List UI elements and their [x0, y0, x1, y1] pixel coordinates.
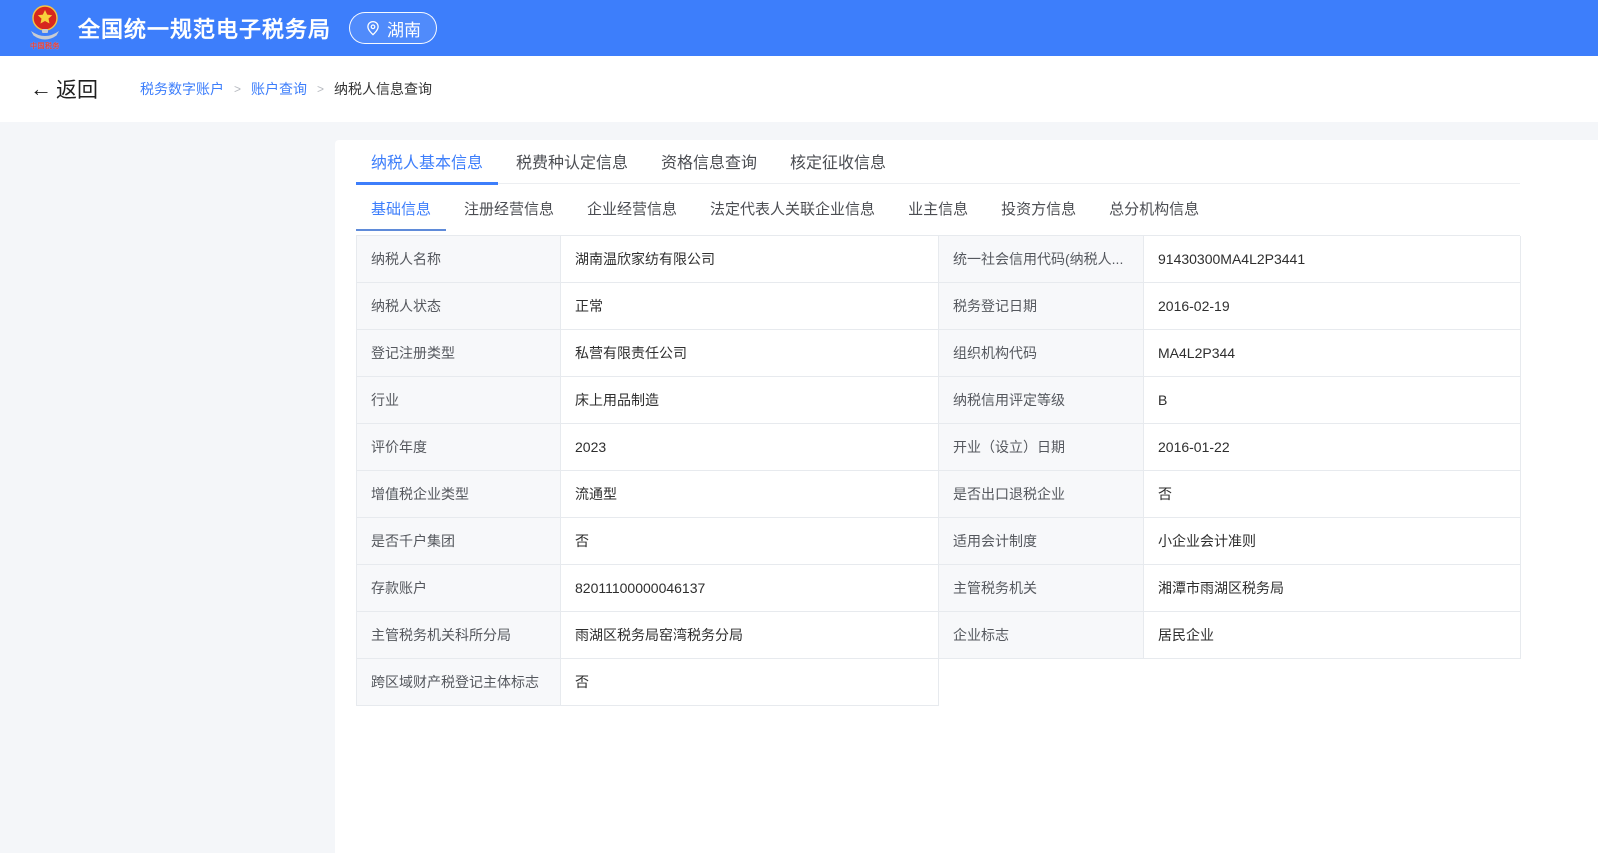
breadcrumb: 税务数字账户 > 账户查询 > 纳税人信息查询 [140, 79, 432, 99]
field-label: 纳税人状态 [357, 283, 561, 330]
field-label: 统一社会信用代码(纳税人... [939, 236, 1144, 283]
breadcrumb-item-account-query[interactable]: 账户查询 [251, 79, 307, 99]
field-value: 否 [1144, 471, 1521, 518]
empty-cell [1144, 659, 1521, 706]
breadcrumb-item-current: 纳税人信息查询 [334, 79, 432, 99]
field-label: 评价年度 [357, 424, 561, 471]
subtab-owner-info[interactable]: 业主信息 [893, 187, 983, 231]
back-label: 返回 [56, 74, 98, 104]
tab-tax-type-determination[interactable]: 税费种认定信息 [501, 140, 643, 185]
table-row: 增值税企业类型 流通型 是否出口退税企业 否 [357, 471, 1520, 518]
tab-qualification-info[interactable]: 资格信息查询 [646, 140, 772, 185]
field-label: 纳税信用评定等级 [939, 377, 1144, 424]
field-label: 组织机构代码 [939, 330, 1144, 377]
field-label: 是否出口退税企业 [939, 471, 1144, 518]
table-row: 跨区域财产税登记主体标志 否 [357, 659, 1520, 706]
field-label: 存款账户 [357, 565, 561, 612]
field-value: 82011100000046137 [561, 565, 939, 612]
field-label: 企业标志 [939, 612, 1144, 659]
table-row: 纳税人名称 湖南温欣家纺有限公司 统一社会信用代码(纳税人... 9143030… [357, 236, 1520, 283]
field-value: 雨湖区税务局窑湾税务分局 [561, 612, 939, 659]
subtab-legal-rep-related[interactable]: 法定代表人关联企业信息 [695, 187, 890, 231]
table-row: 纳税人状态 正常 税务登记日期 2016-02-19 [357, 283, 1520, 330]
table-row: 存款账户 82011100000046137 主管税务机关 湘潭市雨湖区税务局 [357, 565, 1520, 612]
tax-emblem-icon [25, 5, 65, 43]
field-value: 2016-01-22 [1144, 424, 1521, 471]
table-row: 是否千户集团 否 适用会计制度 小企业会计准则 [357, 518, 1520, 565]
page-title: 全国统一规范电子税务局 [78, 12, 331, 44]
field-label: 主管税务机关科所分局 [357, 612, 561, 659]
field-label: 增值税企业类型 [357, 471, 561, 518]
breadcrumb-separator-icon: > [317, 82, 324, 96]
field-label: 是否千户集团 [357, 518, 561, 565]
secondary-tabs: 基础信息 注册经营信息 企业经营信息 法定代表人关联企业信息 业主信息 投资方信… [356, 184, 1520, 233]
primary-tabs: 纳税人基本信息 税费种认定信息 资格信息查询 核定征收信息 [356, 140, 1520, 184]
field-value: B [1144, 377, 1521, 424]
field-label: 税务登记日期 [939, 283, 1144, 330]
field-value: 湘潭市雨湖区税务局 [1144, 565, 1521, 612]
field-label: 登记注册类型 [357, 330, 561, 377]
field-value: 2023 [561, 424, 939, 471]
table-row: 评价年度 2023 开业（设立）日期 2016-01-22 [357, 424, 1520, 471]
empty-cell [939, 659, 1144, 706]
breadcrumb-separator-icon: > [234, 82, 241, 96]
field-label: 开业（设立）日期 [939, 424, 1144, 471]
field-label: 适用会计制度 [939, 518, 1144, 565]
app-header: 中国税务 全国统一规范电子税务局 湖南 [0, 0, 1598, 56]
subtab-enterprise-business[interactable]: 企业经营信息 [572, 187, 692, 231]
table-row: 登记注册类型 私营有限责任公司 组织机构代码 MA4L2P344 [357, 330, 1520, 377]
taxpayer-info-table: 纳税人名称 湖南温欣家纺有限公司 统一社会信用代码(纳税人... 9143030… [356, 235, 1520, 706]
field-value: 2016-02-19 [1144, 283, 1521, 330]
subtab-basic-info[interactable]: 基础信息 [356, 187, 446, 231]
field-value: 居民企业 [1144, 612, 1521, 659]
field-value: 流通型 [561, 471, 939, 518]
field-value: MA4L2P344 [1144, 330, 1521, 377]
field-value: 91430300MA4L2P3441 [1144, 236, 1521, 283]
field-label: 行业 [357, 377, 561, 424]
breadcrumb-item-digital-account[interactable]: 税务数字账户 [140, 79, 224, 99]
location-pin-icon [365, 20, 381, 36]
back-arrow-icon: ← [30, 78, 52, 100]
subtab-head-branch-info[interactable]: 总分机构信息 [1094, 187, 1214, 231]
field-value: 湖南温欣家纺有限公司 [561, 236, 939, 283]
table-row: 行业 床上用品制造 纳税信用评定等级 B [357, 377, 1520, 424]
field-value: 床上用品制造 [561, 377, 939, 424]
field-value: 小企业会计准则 [1144, 518, 1521, 565]
back-button[interactable]: ← 返回 [30, 74, 98, 104]
field-value: 私营有限责任公司 [561, 330, 939, 377]
subtab-registration-business[interactable]: 注册经营信息 [449, 187, 569, 231]
field-label: 纳税人名称 [357, 236, 561, 283]
location-badge[interactable]: 湖南 [349, 12, 437, 44]
page-body: 纳税人基本信息 税费种认定信息 资格信息查询 核定征收信息 基础信息 注册经营信… [0, 122, 1598, 853]
logo-caption: 中国税务 [30, 41, 60, 51]
table-row: 主管税务机关科所分局 雨湖区税务局窑湾税务分局 企业标志 居民企业 [357, 612, 1520, 659]
subtab-investor-info[interactable]: 投资方信息 [986, 187, 1091, 231]
tab-taxpayer-basic-info[interactable]: 纳税人基本信息 [356, 140, 498, 185]
breadcrumb-bar: ← 返回 税务数字账户 > 账户查询 > 纳税人信息查询 [0, 56, 1598, 122]
field-value: 否 [561, 659, 939, 706]
field-value: 否 [561, 518, 939, 565]
field-label: 主管税务机关 [939, 565, 1144, 612]
content-card: 纳税人基本信息 税费种认定信息 资格信息查询 核定征收信息 基础信息 注册经营信… [335, 140, 1598, 853]
location-label: 湖南 [387, 16, 421, 41]
field-label: 跨区域财产税登记主体标志 [357, 659, 561, 706]
tax-emblem-logo: 中国税务 [24, 5, 66, 51]
field-value: 正常 [561, 283, 939, 330]
tab-assessed-collection[interactable]: 核定征收信息 [775, 140, 901, 185]
